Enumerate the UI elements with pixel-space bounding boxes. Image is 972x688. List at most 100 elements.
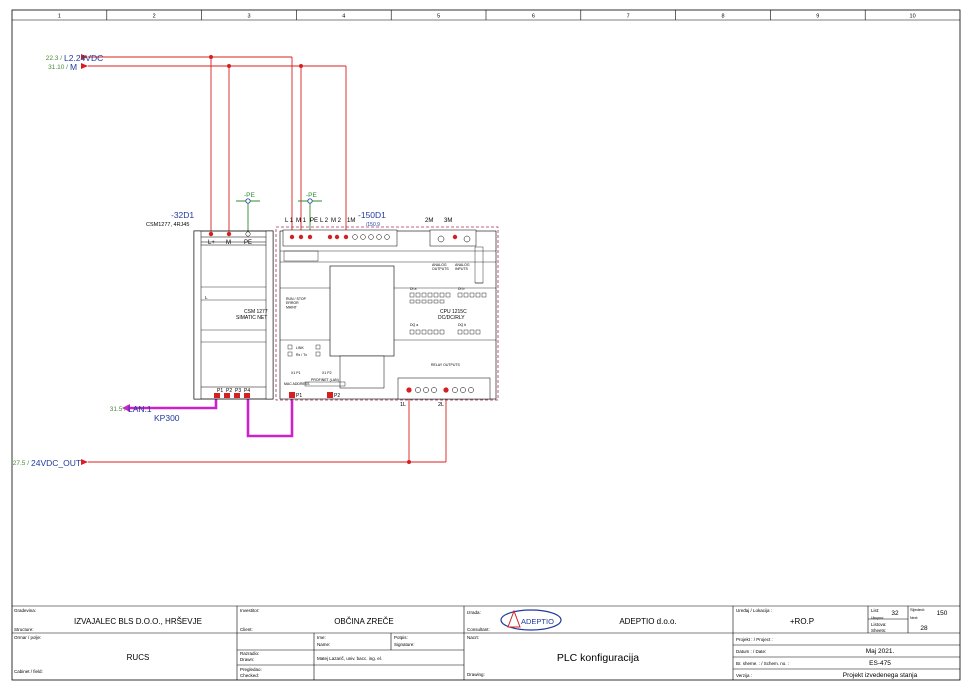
tb-sledeci-value: 150 [937, 610, 948, 617]
column-number: 1 [58, 14, 61, 20]
tb-verzija-label: Verzija : [736, 673, 752, 678]
column-number: 3 [247, 14, 250, 20]
column-number: 5 [437, 14, 440, 20]
tb-pregledao-label: Pregledao: [240, 667, 262, 672]
tb-drawn-label: Drawn: [240, 657, 254, 662]
kp300-label: KP300 [154, 413, 180, 423]
cpu-terminal-pe: PE [310, 218, 318, 224]
tb-drawn-by: Matej Lazarič, univ. bacc. ing. el. [317, 656, 382, 661]
tb-location: +RO.P [790, 617, 814, 626]
cpu-dq-b: DQ b [458, 323, 466, 327]
tb-sledeci-label: Sljedeći: [910, 607, 925, 612]
csm-terminal-l: L+ [208, 240, 215, 246]
cpu-terminal-3m: 3M [444, 218, 452, 224]
cpu-analog-in: ANALOG INPUTS [455, 263, 470, 271]
column-number: 2 [153, 14, 156, 20]
tb-listova-label: Listova: [871, 622, 887, 627]
cpu-terminal-l1: L 1 [285, 218, 294, 224]
l2-ref: 22.3 / [46, 55, 62, 62]
tb-gradevina-label: Gradevina: [14, 608, 36, 613]
cpu-link: LINK [296, 346, 304, 350]
tb-verzija: Projekt izvedenega stanja [843, 672, 918, 679]
lan1-label: LAN.1 [128, 404, 152, 414]
tb-schem-no: ES-475 [869, 660, 891, 667]
ethernet-wires [128, 394, 294, 438]
cpu-terminal-1m: 1M [347, 218, 355, 224]
tb-checked-label: Checked: [240, 673, 259, 678]
cpu-terminal-2m: 2M [425, 218, 433, 224]
csm-terminal-m: M [226, 240, 231, 246]
tb-sheets-label: Sheets: [871, 628, 886, 633]
cpu-terminal-2l: 2L [438, 402, 444, 408]
tb-list-value: 32 [891, 610, 899, 617]
tb-drawing: PLC konfiguracija [557, 652, 639, 664]
column-number: 6 [532, 14, 535, 20]
tb-uredaj-label: Uređaj / Lokacija : [736, 608, 772, 613]
cpu-terminal-l2: L 2 [320, 218, 329, 224]
tb-ime-label: Ime: [317, 635, 326, 640]
out-ref: 27.5 / [13, 460, 29, 467]
column-number: 4 [342, 14, 345, 20]
csm-name-2: SIMATIC NET [236, 315, 267, 321]
cpu-port-p2: P2 [334, 393, 340, 399]
cpu-sub: /150.9 [366, 222, 380, 228]
cpu-mac: MAC ADDRESS [284, 382, 310, 386]
adeptio-logo: ADEPTIO [500, 609, 562, 631]
tb-client-label: Client: [240, 627, 253, 632]
pe-label: -PE [244, 192, 256, 199]
logo-text: ADEPTIO [521, 617, 554, 626]
bus-arrows [81, 54, 88, 465]
cpu-profinet: PROFINET (LAN) [311, 378, 339, 382]
tb-izvajalec: IZVAJALEC BLS D.O.O., HRŠEVJE [74, 617, 202, 626]
tb-signature-label: Signature: [394, 642, 415, 647]
cpu-tag: -150D1 [358, 210, 386, 220]
cpu-terminal-m2: M 2 [331, 218, 342, 224]
cpu-terminal-m1: M 1 [296, 218, 307, 224]
column-number: 7 [627, 14, 630, 20]
csm-tag: -32D1 [171, 210, 194, 220]
cpu-relay-outputs: RELAY OUTPUTS [431, 363, 461, 367]
column-number: 10 [910, 14, 916, 20]
cpu-port-p1: P1 [296, 393, 302, 399]
cpu-dq-a: DQ a [410, 323, 418, 327]
tb-razradio-label: Razradio: [240, 651, 259, 656]
column-number: 8 [721, 14, 724, 20]
pe-label: -PE [306, 192, 318, 199]
tb-cabinet-label: Cabinet / field: [14, 669, 43, 674]
cpu-x1p1: X1 P1 [291, 371, 301, 375]
tb-drawing-label: Drawing: [467, 672, 485, 677]
tb-structure-label: Structure: [14, 627, 34, 632]
cpu-rxtx: Rx / Tx [296, 353, 307, 357]
tb-ukupno-label: Ukupno: [871, 616, 884, 620]
tb-datum-label: Datum : / Date: [736, 649, 766, 654]
cpu-di-a: DI a [410, 287, 416, 291]
cpu-di-b: DI b [458, 287, 464, 291]
tb-izrada-label: Izrada: [467, 610, 481, 615]
cpu-x1p2: X1 P2 [322, 371, 332, 375]
tb-investitor-label: Investitor: [240, 608, 260, 613]
pe-symbol-csm: -PE [236, 192, 260, 234]
cpu-name-2: DC/DC/RLY [438, 315, 465, 321]
out-24vdc-label: 24VDC_OUT [31, 458, 81, 468]
tb-next-label: Next: [910, 616, 918, 620]
title-block-text: Gradevina: Structure: IZVAJALEC BLS D.O.… [14, 607, 948, 679]
schematic-sheet: 1 2 3 4 5 6 7 8 9 10 22.3 / L2.24VDC 31.… [11, 9, 961, 681]
tb-ormar: RUCS [127, 653, 150, 662]
tb-list-label: List: [871, 608, 879, 613]
tb-company: ADEPTIO d.o.o. [619, 617, 676, 626]
column-ruler: 1 2 3 4 5 6 7 8 9 10 [12, 10, 960, 21]
tb-sheets-value: 28 [920, 625, 928, 632]
tb-br-label: Br. sheme. : / Schem. no. : [736, 661, 789, 666]
tb-investitor: OBČINA ZREČE [334, 617, 394, 626]
csm-terminal-pe: PE [244, 240, 252, 246]
column-number: 9 [816, 14, 819, 20]
tb-consultant-label: Consultant: [467, 627, 490, 632]
tb-ormar-label: Ormar / polje: [14, 635, 41, 640]
cpu-terminal-1l: 1L [400, 402, 406, 408]
tb-nacrt-label: Nacrt: [467, 635, 479, 640]
tb-potpis-label: Potpis: [394, 635, 408, 640]
tb-name-label: Name: [317, 642, 330, 647]
csm1277-switch: -32D1 CSM1277, 4RJ45 L+ M PE L CSM 1277 … [146, 210, 274, 400]
lan-ref: 31.5 / [110, 406, 126, 413]
m-ref: 31.10 / [48, 64, 68, 71]
